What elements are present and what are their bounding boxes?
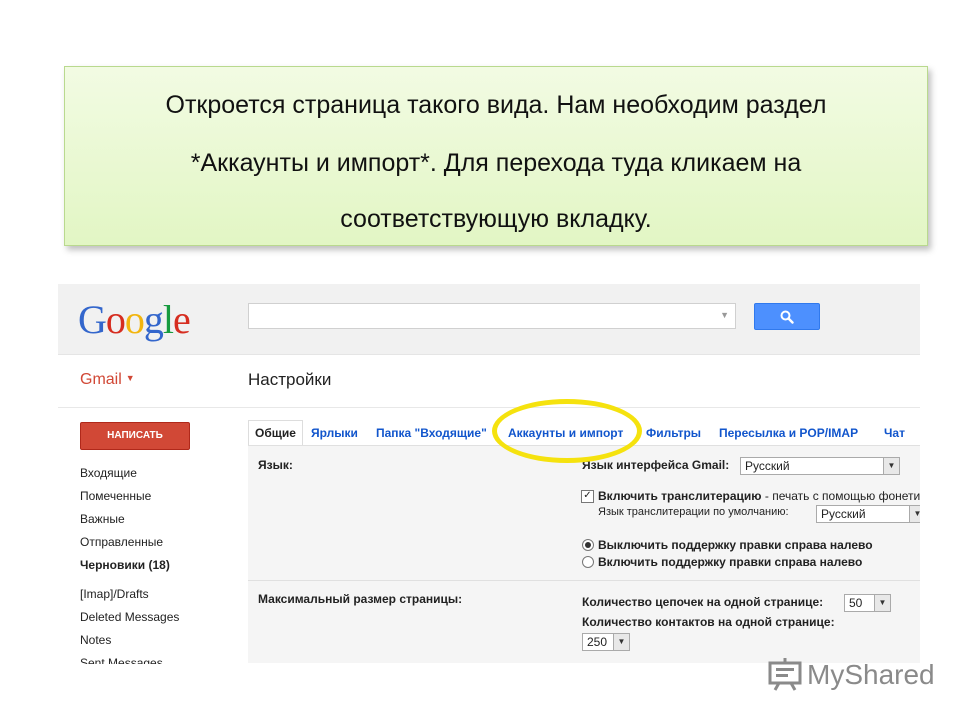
contacts-per-page-value: 250 [587, 635, 608, 649]
dropdown-caret-icon[interactable]: ▼ [720, 310, 729, 320]
tab-inbox[interactable]: Папка "Входящие" [376, 421, 487, 445]
logo-letter: o [124, 297, 145, 342]
interface-language-select[interactable]: Русский ▼ [740, 457, 900, 475]
chevron-down-icon: ▼ [883, 458, 899, 474]
threads-per-page-value: 50 [849, 596, 863, 610]
google-logo[interactable]: Google [78, 296, 191, 343]
tab-filters[interactable]: Фильтры [646, 421, 701, 445]
watermark-text: MyShared [807, 659, 935, 690]
chevron-down-icon: ▼ [613, 634, 629, 650]
folder-sent[interactable]: Отправленные [80, 531, 230, 554]
chevron-down-icon: ▼ [125, 373, 135, 383]
transliteration-description: - печать с помощью фонетической [764, 489, 920, 503]
tab-labels[interactable]: Ярлыки [311, 421, 358, 445]
transliteration-language-value: Русский [821, 507, 866, 521]
row-divider [248, 580, 920, 581]
search-button[interactable] [754, 303, 820, 330]
top-bar: Google ▼ [58, 284, 920, 355]
search-icon [780, 310, 794, 324]
language-label: Язык: [258, 458, 293, 472]
logo-letter: g [143, 297, 164, 342]
transliteration-checkbox[interactable]: ✓ [581, 490, 594, 503]
tab-forwarding-pop-imap[interactable]: Пересылка и POP/IMAP [719, 421, 858, 445]
rtl-on-radio[interactable] [582, 556, 594, 568]
interface-language-label: Язык интерфейса Gmail: [582, 458, 730, 472]
myshared-watermark: MyShared [767, 655, 937, 695]
folder-starred[interactable]: Помеченные [80, 485, 230, 508]
caption-line-1: Откроется страница такого вида. Нам необ… [165, 91, 827, 119]
chevron-down-icon: ▼ [874, 595, 890, 611]
presentation-board-icon [768, 658, 802, 691]
rtl-on-label: Включить поддержку правки справа налево [598, 555, 863, 569]
threads-per-page-select[interactable]: 50 ▼ [844, 594, 891, 612]
sub-header: Gmail ▼ Настройки [58, 355, 920, 408]
folder-imap-drafts[interactable]: [Imap]/Drafts [80, 583, 230, 606]
caption-line-3: соответствующую вкладку. [340, 205, 652, 233]
search-input[interactable]: ▼ [248, 303, 736, 329]
caption-line-2: *Аккаунты и импорт*. Для перехода туда к… [190, 149, 802, 177]
compose-button[interactable]: НАПИСАТЬ [80, 422, 190, 450]
folder-important[interactable]: Важные [80, 508, 230, 531]
transliteration-language-select[interactable]: Русский ▼ [816, 505, 920, 523]
contacts-per-page-label: Количество контактов на одной странице: [582, 615, 835, 629]
logo-letter: o [105, 297, 126, 342]
tab-chat[interactable]: Чат [884, 421, 905, 445]
page-size-label: Максимальный размер страницы: [258, 592, 463, 606]
logo-letter: l [162, 297, 174, 342]
gmail-label: Gmail [80, 371, 122, 388]
gmail-menu[interactable]: Gmail ▼ [80, 371, 135, 389]
folder-deleted-messages[interactable]: Deleted Messages [80, 606, 230, 629]
folder-sent-messages[interactable]: Sent Messages [80, 652, 230, 664]
logo-letter: G [78, 297, 107, 342]
folder-drafts[interactable]: Черновики (18) [80, 554, 230, 577]
folder-inbox[interactable]: Входящие [80, 462, 230, 485]
logo-letter: e [173, 297, 191, 342]
transliteration-checkbox-label: Включить транслитерацию [598, 489, 762, 503]
tab-general[interactable]: Общие [248, 420, 303, 445]
settings-panel: Язык: Язык интерфейса Gmail: Русский ▼ ✓… [248, 445, 920, 663]
threads-per-page-label: Количество цепочек на одной странице: [582, 595, 824, 609]
gmail-settings-screenshot: Google ▼ Gmail ▼ Настройки НАПИСАТЬ Входя… [58, 284, 920, 664]
chevron-down-icon: ▼ [909, 506, 920, 522]
caption-banner: Откроется страница такого вида. Нам необ… [64, 66, 928, 246]
rtl-off-radio[interactable] [582, 539, 594, 551]
settings-tabs: Общие Ярлыки Папка "Входящие" Аккаунты и… [248, 420, 920, 445]
folder-list: Входящие Помеченные Важные Отправленные … [80, 462, 230, 664]
folder-notes[interactable]: Notes [80, 629, 230, 652]
interface-language-value: Русский [745, 459, 790, 473]
contacts-per-page-select[interactable]: 250 ▼ [582, 633, 630, 651]
page-title: Настройки [248, 370, 332, 389]
rtl-off-label: Выключить поддержку правки справа налево [598, 538, 873, 552]
transliteration-label: Включить транслитерацию - печать с помощ… [598, 489, 920, 503]
transliteration-default-label: Язык транслитерации по умолчанию: [598, 506, 789, 518]
tab-accounts-import[interactable]: Аккаунты и импорт [508, 421, 623, 445]
